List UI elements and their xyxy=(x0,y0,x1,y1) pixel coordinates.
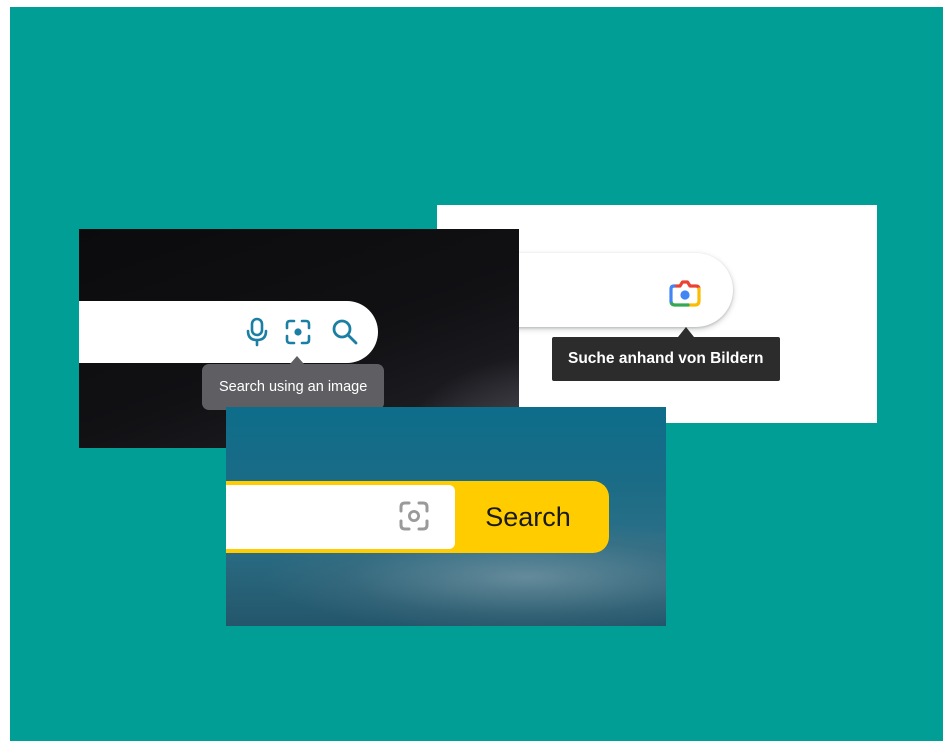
tooltip-arrow xyxy=(290,356,304,364)
google-lens-camera-icon[interactable] xyxy=(665,273,705,313)
google-image-search-tooltip: Suche anhand von Bildern xyxy=(552,337,780,381)
yandex-search-panel: Search xyxy=(226,407,666,626)
bing-image-search-tooltip: Search using an image xyxy=(202,364,385,410)
visual-search-icon[interactable] xyxy=(282,316,314,348)
search-button[interactable]: Search xyxy=(458,485,598,549)
search-icon[interactable] xyxy=(329,316,361,348)
tooltip-arrow xyxy=(678,327,694,337)
camera-search-icon[interactable] xyxy=(394,496,434,536)
microphone-icon[interactable] xyxy=(241,316,273,348)
